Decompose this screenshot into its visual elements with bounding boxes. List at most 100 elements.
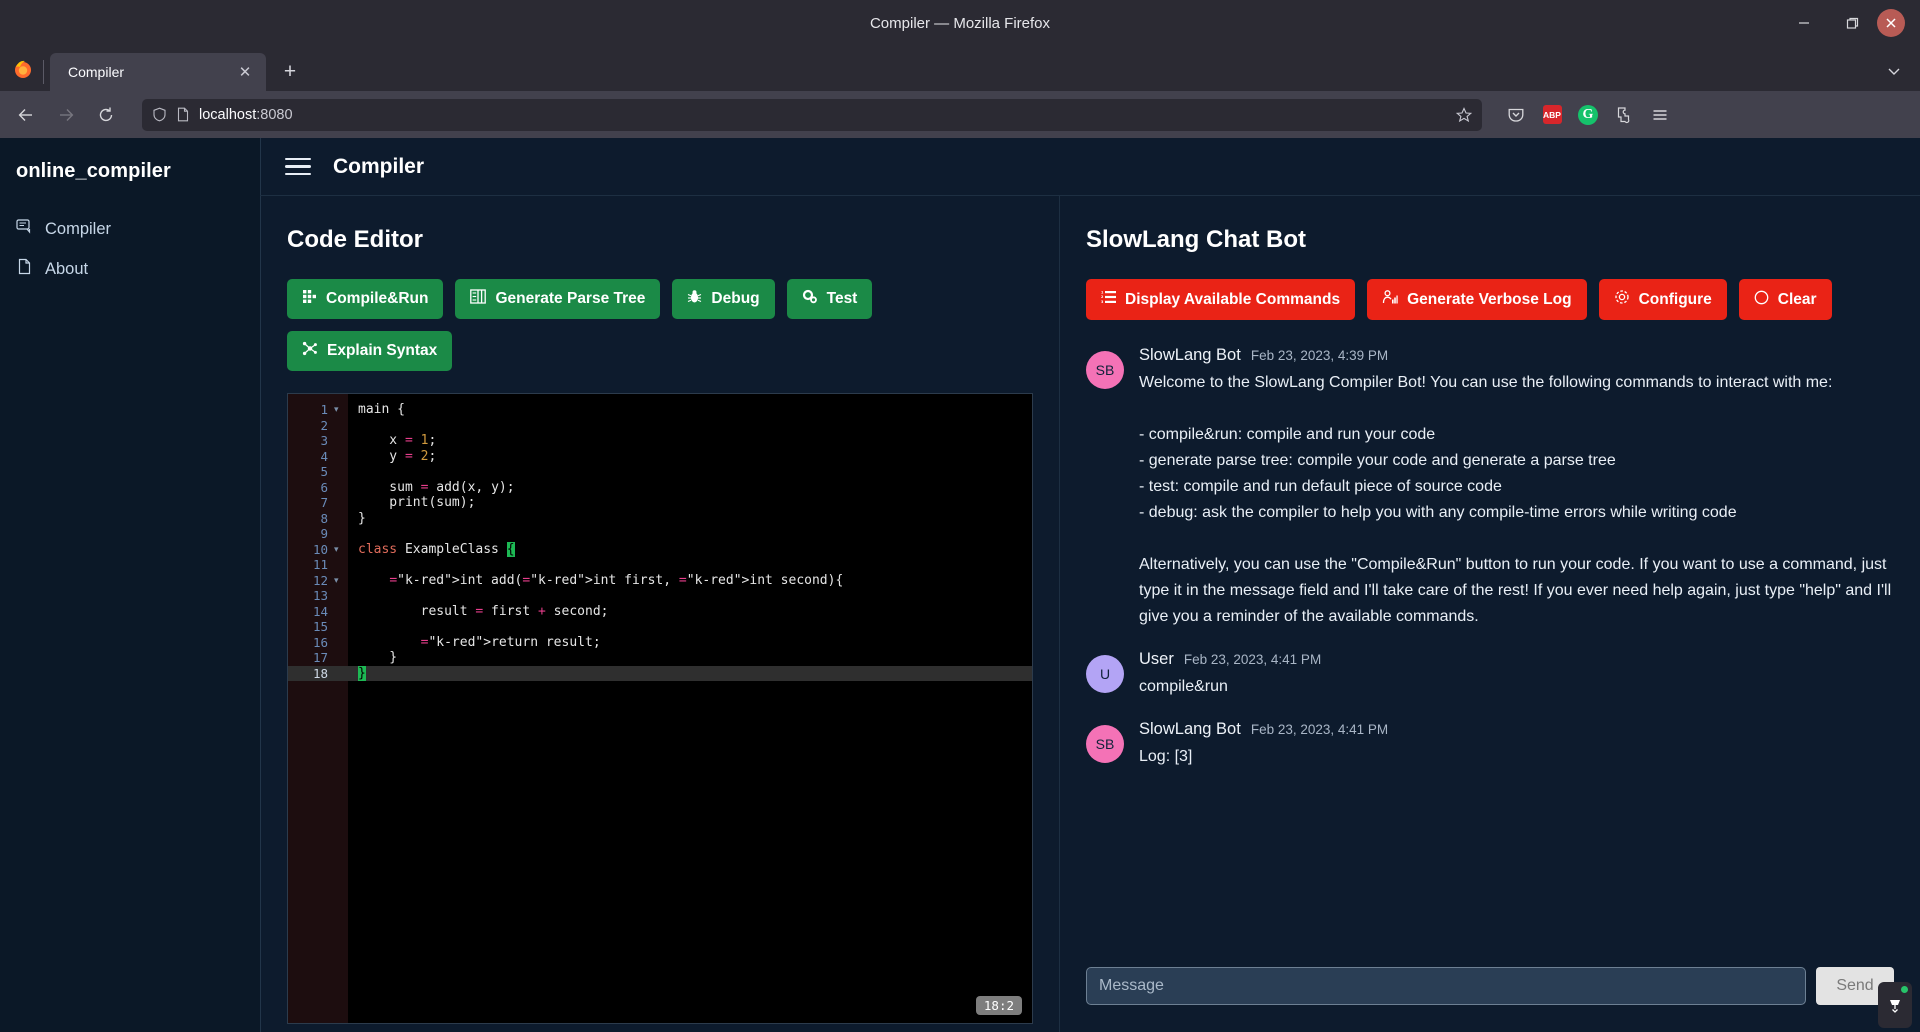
chat-message-list[interactable]: SB SlowLang Bot Feb 23, 2023, 4:39 PM Welco… (1086, 342, 1894, 954)
chat-message-body: SlowLang Bot Feb 23, 2023, 4:39 PM Welcome… (1139, 346, 1894, 630)
sidebar-item-compiler[interactable]: Compiler (0, 209, 260, 249)
test-button[interactable]: Test (786, 279, 873, 319)
clear-button[interactable]: Clear (1738, 279, 1832, 320)
debug-button[interactable]: Debug (672, 279, 775, 319)
list-all-tabs-icon[interactable] (1878, 55, 1910, 87)
grid-icon (302, 289, 317, 309)
maximize-button[interactable] (1829, 3, 1875, 43)
tree-icon (470, 289, 487, 309)
message-text: Log: [3] (1139, 744, 1894, 770)
button-label: Clear (1777, 290, 1817, 308)
line-number: 5 (320, 464, 328, 479)
fold-marker[interactable] (334, 449, 348, 465)
sidebar-item-label: Compiler (45, 219, 112, 238)
app-menu-icon[interactable] (1644, 99, 1676, 131)
circle-icon (1754, 290, 1769, 310)
chat-message-header: SlowLang Bot Feb 23, 2023, 4:39 PM (1139, 346, 1894, 365)
url-bar[interactable]: localhost:8080 (142, 98, 1482, 131)
fold-marker[interactable]: ▾ (334, 573, 348, 589)
back-button[interactable] (8, 99, 44, 131)
generate-parse-tree-button[interactable]: Generate Parse Tree (455, 279, 661, 319)
fold-marker[interactable] (334, 588, 348, 604)
extensions-icon[interactable] (1608, 99, 1640, 131)
fold-marker[interactable]: ▾ (334, 402, 348, 418)
adblock-plus-icon[interactable]: ABP (1536, 99, 1568, 131)
code-fold-gutter[interactable]: ▾ ▾ ▾ (334, 394, 348, 1023)
fold-marker[interactable] (334, 557, 348, 573)
browser-tab[interactable]: Compiler ✕ (43, 53, 266, 91)
close-window-button[interactable] (1877, 9, 1905, 37)
line-number: 3 (320, 433, 328, 448)
button-label: Compile&Run (326, 290, 429, 307)
fold-marker[interactable] (334, 464, 348, 480)
app-root: online_compiler Compiler About Compiler (0, 138, 1920, 1032)
fold-marker[interactable] (334, 604, 348, 620)
hamburger-menu-icon[interactable] (285, 157, 311, 176)
new-tab-button[interactable]: + (272, 53, 308, 91)
sidebar-item-about[interactable]: About (0, 249, 260, 289)
svg-text:1: 1 (1101, 290, 1104, 294)
reload-button[interactable] (88, 99, 124, 131)
configure-button[interactable]: Configure (1598, 279, 1727, 320)
fold-marker[interactable] (334, 665, 348, 681)
fold-marker[interactable] (334, 480, 348, 496)
fold-marker[interactable]: ▾ (334, 542, 348, 558)
browser-navbar: localhost:8080 ABP G (0, 91, 1920, 138)
code-line: y = 2; (358, 448, 437, 464)
line-number: 1 (320, 402, 328, 417)
line-number: 10 (312, 541, 328, 557)
main-area: Compiler Code Editor Compile&Run Generat… (260, 138, 1920, 1032)
line-number: 7 (320, 495, 328, 510)
fold-marker[interactable] (334, 433, 348, 449)
button-label: Generate Parse Tree (495, 290, 646, 307)
abp-badge-label: ABP (1542, 105, 1562, 124)
fold-marker[interactable] (334, 418, 348, 434)
fold-marker[interactable] (334, 495, 348, 511)
shield-icon[interactable] (152, 107, 167, 122)
list-icon: 123 (1101, 290, 1116, 309)
line-number: 12 (312, 572, 328, 588)
compile-and-run-button[interactable]: Compile&Run (287, 279, 444, 319)
line-number: 9 (320, 526, 328, 541)
graph-nodes-icon (302, 341, 318, 361)
bug-icon (687, 289, 702, 309)
code-editor[interactable]: 1 2 3 4 5 6 7 8 9 10 11 12 13 14 15 16 17 18 ▾ ▾ ▾ main { x… (287, 393, 1033, 1024)
message-author: SlowLang Bot (1139, 720, 1241, 738)
grammarly-badge-label: G (1578, 104, 1598, 125)
grammarly-icon[interactable]: G (1572, 99, 1604, 131)
line-number: 11 (312, 557, 328, 572)
editor-toolbar: Compile&Run Generate Parse Tree Debug Te… (287, 279, 1033, 371)
page-title: Compiler (333, 154, 425, 178)
code-line: } (348, 665, 1032, 681)
url-port: :8080 (256, 106, 293, 123)
message-input[interactable] (1086, 967, 1806, 1005)
explain-syntax-button[interactable]: Explain Syntax (287, 331, 453, 371)
line-number: 15 (312, 619, 328, 634)
button-label: Debug (711, 290, 760, 307)
fold-marker[interactable] (334, 650, 348, 666)
code-line: } (358, 510, 366, 526)
message-timestamp: Feb 23, 2023, 4:41 PM (1250, 722, 1389, 737)
analytics-icon (1382, 289, 1398, 310)
message-line (1139, 396, 1894, 422)
fold-marker[interactable] (334, 619, 348, 635)
display-available-commands-button[interactable]: 123 Display Available Commands (1086, 279, 1356, 320)
forward-button[interactable] (48, 99, 84, 131)
floating-widget[interactable] (1878, 982, 1912, 1028)
message-timestamp: Feb 23, 2023, 4:41 PM (1183, 652, 1322, 667)
close-tab-icon[interactable]: ✕ (234, 63, 256, 81)
fold-marker[interactable] (334, 635, 348, 651)
brand-title: online_compiler (16, 160, 171, 182)
code-content[interactable]: main { x = 1; y = 2; sum = add(x, y); pr… (348, 394, 1032, 1023)
page-info-icon[interactable] (176, 107, 190, 122)
line-number: 18 (288, 665, 334, 681)
generate-verbose-log-button[interactable]: Generate Verbose Log (1367, 279, 1587, 320)
fold-marker[interactable] (334, 526, 348, 542)
bookmark-star-icon[interactable] (1456, 106, 1472, 123)
fold-marker[interactable] (334, 511, 348, 527)
minimize-button[interactable] (1781, 3, 1827, 43)
line-number: 13 (312, 588, 328, 603)
pocket-icon[interactable] (1500, 99, 1532, 131)
url-text[interactable]: localhost:8080 (199, 107, 1447, 123)
